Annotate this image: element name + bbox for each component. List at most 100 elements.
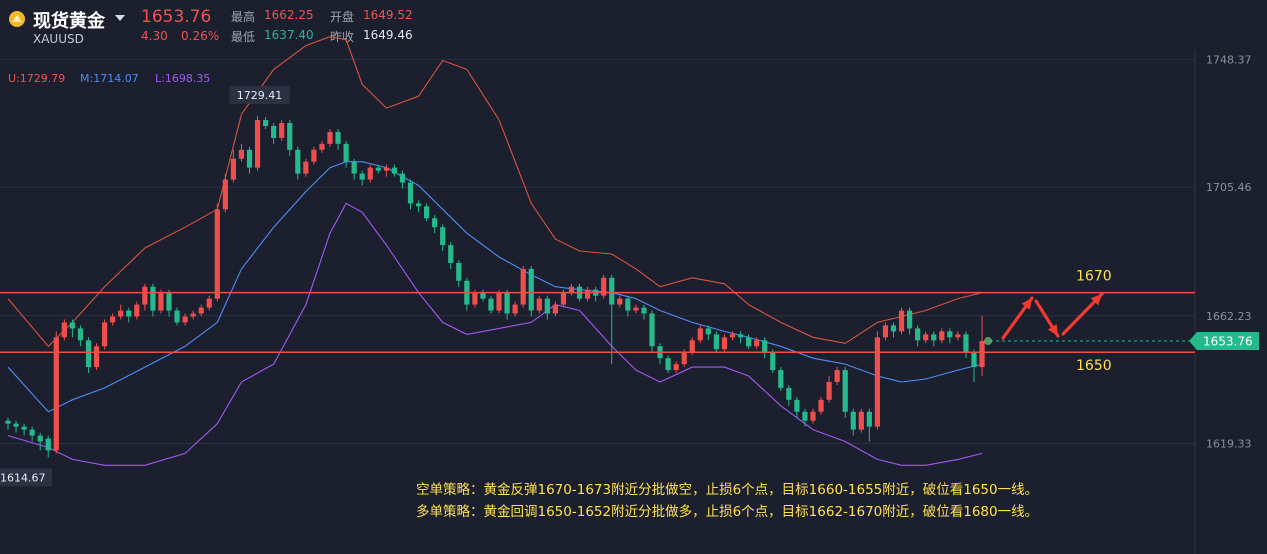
- candle: [818, 396, 824, 415]
- candle-body: [142, 286, 148, 305]
- bollinger-bands: [7, 36, 983, 466]
- candle: [303, 158, 309, 177]
- candle-body: [737, 334, 744, 338]
- candle: [311, 146, 317, 165]
- candle: [214, 203, 220, 302]
- legend-upper-band: U:1729.79: [8, 72, 66, 85]
- current-price-tag-label: 1653.76: [1203, 335, 1253, 349]
- candle: [593, 286, 599, 302]
- candle: [279, 120, 285, 141]
- candle: [649, 310, 655, 353]
- candle-body: [882, 325, 889, 338]
- candle: [955, 331, 961, 341]
- candle: [641, 304, 647, 320]
- candle-body: [794, 399, 800, 412]
- candle: [931, 331, 937, 347]
- candle: [118, 304, 124, 320]
- candle-body: [898, 310, 905, 332]
- candle-body: [110, 316, 116, 323]
- candle: [126, 307, 132, 323]
- candle: [665, 355, 671, 374]
- candle: [963, 331, 969, 359]
- candle-body: [37, 435, 43, 442]
- candle-body: [13, 423, 19, 427]
- candle-body: [770, 352, 776, 371]
- candle: [866, 408, 872, 442]
- candle-body: [512, 304, 518, 314]
- candle: [850, 408, 856, 436]
- candle-body: [295, 149, 301, 174]
- candle: [399, 170, 406, 189]
- candle-body: [625, 298, 631, 311]
- candle-body: [641, 307, 647, 314]
- candle: [351, 158, 357, 180]
- candle: [971, 349, 977, 382]
- candle: [834, 367, 840, 385]
- candle-body: [834, 370, 840, 382]
- candle-body: [230, 158, 236, 180]
- candle: [182, 313, 188, 326]
- candle-body: [222, 179, 228, 210]
- candle-body: [560, 292, 567, 305]
- candle: [5, 417, 11, 430]
- candle: [440, 224, 446, 252]
- candle-body: [705, 328, 711, 335]
- candle-body: [375, 167, 381, 171]
- candle-body: [866, 411, 872, 427]
- candle: [915, 325, 921, 347]
- candle-body: [69, 322, 75, 329]
- candle-body: [303, 161, 309, 174]
- candle-body: [963, 334, 969, 353]
- short-strategy-text: 空单策略：黄金反弹1670-1673附近分批做空，止损6个点，目标1660-16…: [416, 482, 1039, 498]
- candle-body: [907, 310, 913, 329]
- candle-body: [874, 337, 880, 427]
- candle-body: [729, 334, 736, 338]
- y-tick-label: 1705.46: [1206, 181, 1252, 194]
- candle-body: [29, 429, 35, 436]
- candle: [464, 277, 470, 311]
- candle-body: [488, 298, 494, 311]
- candle: [890, 322, 897, 338]
- candle: [134, 301, 140, 320]
- candle: [93, 343, 100, 371]
- candle-body: [432, 218, 438, 228]
- candle: [923, 331, 929, 344]
- candle-body: [53, 337, 59, 451]
- candle-body: [826, 381, 832, 400]
- candle: [432, 215, 438, 234]
- candle-body: [166, 292, 172, 311]
- max-price-label: 1729.41: [237, 89, 283, 102]
- legend-lower-band: L:1698.35: [155, 72, 211, 85]
- last-price-glow: [984, 337, 993, 346]
- candle: [319, 140, 325, 153]
- candle-body: [102, 322, 108, 347]
- candle-body: [407, 182, 414, 204]
- candle-body: [263, 120, 269, 126]
- candle: [21, 423, 27, 436]
- candle: [625, 295, 631, 317]
- candle: [858, 408, 864, 433]
- y-tick-label: 1619.33: [1206, 438, 1252, 451]
- candle-body: [947, 331, 953, 338]
- candle: [657, 343, 663, 365]
- candle: [456, 259, 462, 287]
- candle-body: [818, 399, 824, 412]
- candle-body: [85, 340, 92, 368]
- candle-body: [21, 426, 27, 430]
- candle: [842, 367, 848, 418]
- candle: [520, 265, 526, 308]
- candle-body: [190, 313, 196, 317]
- candle-body: [351, 161, 357, 174]
- candle-body: [746, 337, 752, 347]
- candle: [585, 286, 591, 302]
- candle: [737, 331, 744, 344]
- candle-body: [343, 143, 349, 162]
- candle: [254, 115, 261, 171]
- candle: [617, 295, 623, 308]
- candle-body: [528, 268, 534, 311]
- candles: 1729.41 1614.67: [0, 85, 985, 487]
- candle: [488, 295, 494, 314]
- candle: [190, 310, 196, 320]
- candle-body: [118, 310, 124, 317]
- candle-body: [182, 316, 188, 323]
